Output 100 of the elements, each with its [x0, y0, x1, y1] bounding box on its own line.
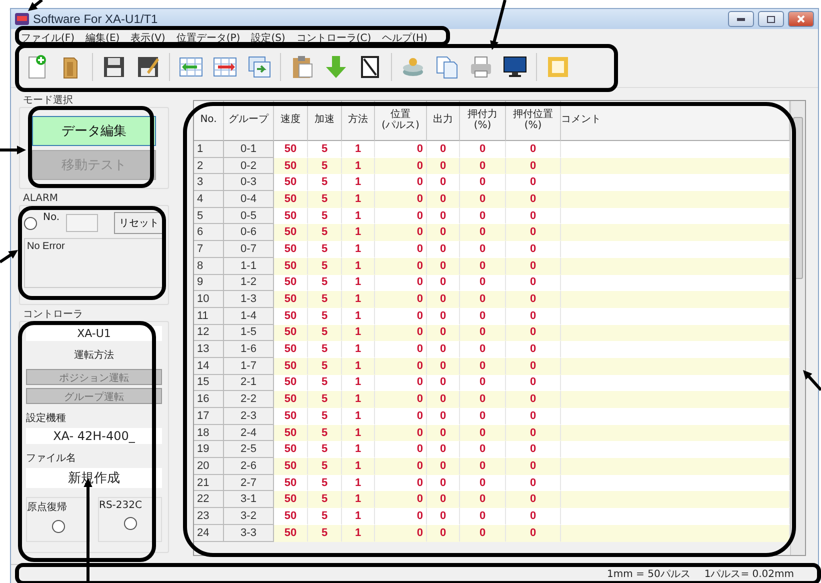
- table-cell: 0: [506, 258, 561, 274]
- column-header[interactable]: No.: [194, 101, 224, 141]
- row-number[interactable]: 13: [194, 341, 224, 358]
- row-number[interactable]: 4: [194, 191, 224, 208]
- table-cell: 50: [274, 374, 308, 392]
- column-header[interactable]: 加速: [308, 101, 342, 141]
- row-number[interactable]: 19: [194, 441, 224, 458]
- table-cell: 50: [274, 291, 308, 308]
- row-number[interactable]: 20: [194, 458, 224, 475]
- table-cell: 0: [460, 274, 506, 292]
- table-cell: 0: [427, 274, 460, 292]
- row-number[interactable]: 14: [194, 358, 224, 375]
- table-cell: 5: [308, 258, 342, 274]
- row-number[interactable]: 5: [194, 208, 224, 224]
- printer-icon: [468, 54, 494, 80]
- row-number[interactable]: 22: [194, 491, 224, 508]
- row-number[interactable]: 11: [194, 308, 224, 325]
- model-value: XA-U1: [26, 326, 162, 341]
- column-header[interactable]: グループ: [224, 101, 274, 141]
- table-cell: 1: [342, 374, 375, 392]
- minimize-button[interactable]: [728, 11, 754, 27]
- menu-item[interactable]: ファイル(F): [21, 31, 75, 45]
- row-number[interactable]: 21: [194, 474, 224, 492]
- column-header[interactable]: 押付力 (%): [460, 101, 506, 141]
- table-cell: 1-3: [224, 291, 274, 308]
- table-cell: 5: [308, 274, 342, 292]
- table-cell: 0: [427, 441, 460, 458]
- table-cell: 0: [460, 358, 506, 375]
- table-cell: 0: [460, 308, 506, 325]
- table-cell: 0: [375, 174, 427, 192]
- table-cell: 0: [375, 458, 427, 475]
- column-header[interactable]: 位置 (パルス): [375, 101, 427, 141]
- menu-item[interactable]: 表示(V): [130, 31, 166, 45]
- down-arrow-icon: [323, 54, 349, 80]
- row-number[interactable]: 8: [194, 258, 224, 274]
- column-header[interactable]: 速度: [274, 101, 308, 141]
- menu-item[interactable]: コントローラ(C): [296, 31, 372, 45]
- table-cell: 50: [274, 224, 308, 242]
- maximize-button[interactable]: [758, 11, 784, 27]
- row-number[interactable]: 9: [194, 274, 224, 292]
- menu-item[interactable]: 編集(E): [86, 31, 120, 45]
- menu-item[interactable]: 位置データ(P): [176, 31, 240, 45]
- row-number[interactable]: 17: [194, 408, 224, 425]
- menu-item[interactable]: ヘルプ(H): [382, 31, 428, 45]
- row-number[interactable]: 6: [194, 224, 224, 242]
- table-cell: 3-1: [224, 491, 274, 508]
- close-button[interactable]: [788, 11, 814, 27]
- table-cell: 0: [460, 524, 506, 542]
- window-title: Software For XA-U1/T1: [33, 12, 159, 26]
- table-cell: 0: [375, 491, 427, 508]
- table-cell: 2-7: [224, 474, 274, 492]
- table-cell: 0: [375, 341, 427, 358]
- table-cell: 0: [506, 491, 561, 508]
- row-number[interactable]: 24: [194, 524, 224, 542]
- row-number[interactable]: 16: [194, 391, 224, 408]
- app-icon: [15, 13, 29, 25]
- row-number[interactable]: 23: [194, 508, 224, 525]
- table-cell: 0: [427, 491, 460, 508]
- table-cell: 50: [274, 491, 308, 508]
- row-number[interactable]: 7: [194, 241, 224, 258]
- row-number[interactable]: 1: [194, 141, 224, 158]
- table-cell: 0: [506, 141, 561, 158]
- table-cell: 0: [460, 374, 506, 392]
- table-cell: 1: [342, 358, 375, 375]
- column-header[interactable]: 出力: [427, 101, 460, 141]
- table-cell: 0: [506, 274, 561, 292]
- row-number[interactable]: 10: [194, 291, 224, 308]
- table-cell: 0: [506, 508, 561, 525]
- reset-button[interactable]: リセット: [114, 212, 164, 234]
- row-number[interactable]: 15: [194, 374, 224, 392]
- row-number[interactable]: 12: [194, 324, 224, 342]
- table-cell: 5: [308, 458, 342, 475]
- copy-icon: [434, 54, 460, 80]
- table-cell: 0-1: [224, 141, 274, 158]
- table-cell: 0: [506, 308, 561, 325]
- table-cell: 5: [308, 224, 342, 242]
- table-cell: 1-2: [224, 274, 274, 292]
- table-cell: 50: [274, 458, 308, 475]
- table-cell: 0: [506, 224, 561, 242]
- table-cell: 0: [375, 208, 427, 224]
- table-cell: 0: [460, 341, 506, 358]
- table-cell: 0-2: [224, 158, 274, 174]
- row-number[interactable]: 18: [194, 424, 224, 442]
- table-cell: 0: [375, 258, 427, 274]
- row-number[interactable]: 3: [194, 174, 224, 192]
- alarm-number-field[interactable]: [66, 214, 98, 232]
- table-cell: 0: [427, 191, 460, 208]
- column-header[interactable]: 方法: [342, 101, 375, 141]
- table-cell: 0: [460, 508, 506, 525]
- table-cell: 0: [375, 358, 427, 375]
- table-cell: 2-4: [224, 424, 274, 442]
- table-cell: 2-1: [224, 374, 274, 392]
- mode-button[interactable]: データ編集: [32, 116, 156, 146]
- table-cell: 0: [506, 458, 561, 475]
- table-cell: 0: [506, 524, 561, 542]
- row-number[interactable]: 2: [194, 158, 224, 174]
- column-header[interactable]: コメント: [561, 101, 790, 141]
- column-header[interactable]: 押付位置 (%): [506, 101, 561, 141]
- menu-item[interactable]: 設定(S): [251, 31, 286, 45]
- table-cell: 0: [427, 508, 460, 525]
